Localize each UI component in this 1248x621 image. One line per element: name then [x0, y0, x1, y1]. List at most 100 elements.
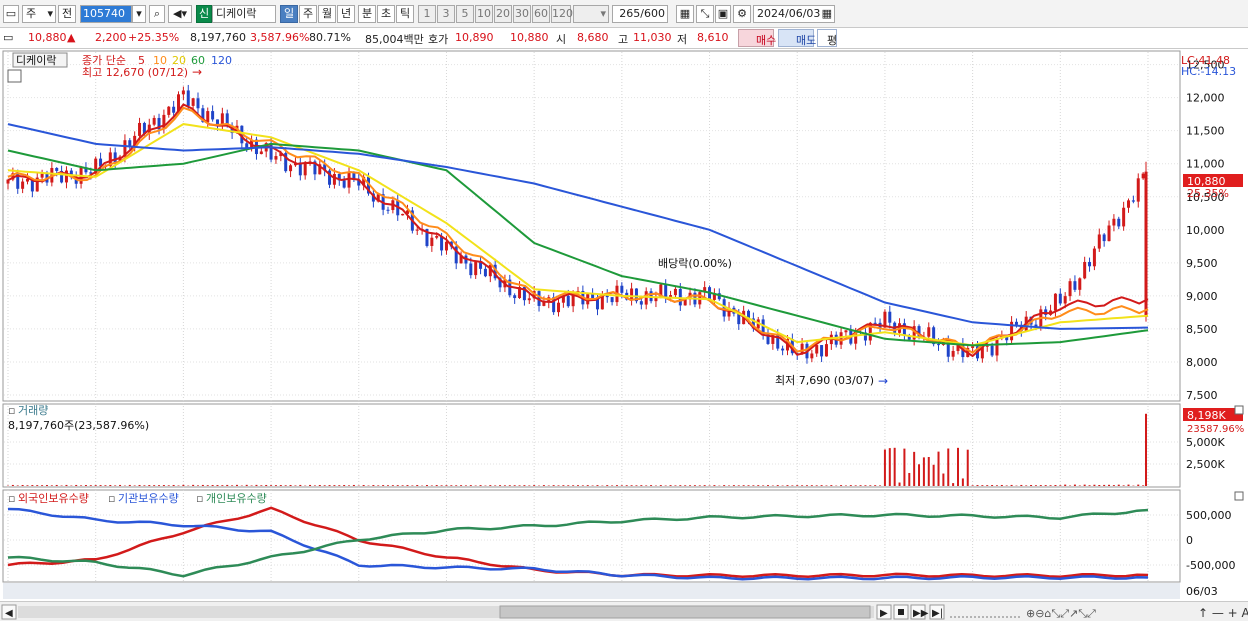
period-label: 일	[283, 7, 295, 20]
candle-body	[639, 301, 643, 305]
prev-button[interactable]: 전	[58, 5, 76, 23]
quote-row: ▭ 10,880 ▲ 2,200 +25.35% 8,197,760 3,587…	[0, 28, 1248, 49]
candle-body	[40, 173, 44, 178]
volume-bar	[382, 485, 385, 486]
buy-button[interactable]: 매수	[738, 29, 776, 47]
volume-bar	[148, 485, 151, 486]
period-day-button[interactable]: 일	[280, 5, 298, 23]
interval-select[interactable]: ▾	[573, 5, 609, 23]
volume-bar	[270, 485, 273, 486]
interval-60-button[interactable]: 60	[532, 5, 550, 23]
save-icon[interactable]: ▣	[715, 5, 731, 23]
window-menu-icon[interactable]: ▭	[3, 5, 19, 23]
settings-icon[interactable]: ⚙	[733, 5, 751, 23]
interval-120-button[interactable]: 120	[551, 5, 573, 23]
candle-body	[1088, 261, 1092, 267]
avg-button[interactable]: 평	[817, 29, 837, 47]
chart-canvas[interactable]: 12,50012,00011,50011,00010,50010,0009,50…	[0, 50, 1248, 601]
code-input[interactable]: 105740	[80, 5, 132, 23]
sell-label: 매도	[796, 34, 817, 47]
volume-bar	[577, 485, 579, 486]
candle-body	[1131, 200, 1135, 202]
interval-30-button[interactable]: 30	[513, 5, 531, 23]
volume-bar	[927, 457, 930, 486]
period-week-button[interactable]: 주	[299, 5, 317, 23]
volume-bar	[986, 485, 989, 486]
volume-bar	[1083, 484, 1086, 486]
period-second-button[interactable]: 초	[377, 5, 395, 23]
volume-bar	[859, 485, 862, 486]
institution-legend: 기관보유수량	[118, 492, 179, 505]
candle-body	[820, 345, 824, 357]
interval-20-button[interactable]: 20	[494, 5, 512, 23]
dividend-annotation: 배당락(0.00%)	[658, 257, 732, 270]
sell-button[interactable]: 매도	[778, 29, 817, 47]
period-type-select[interactable]: 주 ▾	[22, 5, 56, 23]
volume-title: 거래량	[18, 404, 48, 417]
speaker-icon[interactable]: ◀▾	[168, 5, 192, 23]
volume-bar	[635, 485, 638, 486]
x-axis-strip	[3, 583, 1180, 599]
volume-bar	[279, 485, 282, 486]
draw-tools-icon[interactable]: ⤡	[696, 5, 714, 23]
chart-tools-icon[interactable]: ↑ — + A	[1198, 606, 1248, 620]
volume-bar	[679, 485, 682, 486]
volume-tick-label: 5,000K	[1186, 436, 1225, 449]
period-minute-button[interactable]: 분	[358, 5, 376, 23]
interval-5-button[interactable]: 5	[456, 5, 474, 23]
volume-bar	[674, 485, 677, 486]
volume-bar	[606, 485, 609, 486]
volume-bar	[289, 484, 292, 486]
panel-close-icon[interactable]	[1234, 491, 1244, 501]
count-field[interactable]: 265/600	[612, 5, 668, 23]
badge-text: 신	[198, 7, 210, 20]
count-total: /600	[640, 7, 665, 20]
ratio-value: 80.71%	[309, 31, 351, 44]
volume-bar	[1000, 484, 1003, 486]
grid-tools-icon[interactable]: ▦	[676, 5, 694, 23]
volume-bar	[1078, 485, 1081, 486]
candle-body	[186, 90, 190, 106]
volume-bar	[362, 485, 365, 486]
high-label: 고	[618, 33, 629, 46]
toolbar: ▭ 주 ▾ 전 105740 ▾ ⌕ ◀▾ 신 디케이락 일 주 월 년 분 초 …	[0, 0, 1248, 28]
volume-bar	[932, 464, 935, 486]
volume-bar	[1103, 484, 1106, 486]
bottom-scrollbar[interactable]: ◀ ▶ ▶▶ ▶| ⊕⊖⌂⤡⤢↗⤡⤢ ↑ — + A	[0, 601, 1248, 621]
candle-body	[1097, 234, 1101, 249]
interval-10-button[interactable]: 10	[475, 5, 493, 23]
volume-bar	[352, 484, 355, 486]
candle-body	[483, 268, 487, 277]
table-icon[interactable]	[7, 69, 22, 83]
scroll-thumb[interactable]	[499, 605, 871, 619]
stock-name-field[interactable]: 디케이락	[212, 5, 276, 23]
volume-bar	[1093, 484, 1096, 486]
panel-close-icon[interactable]	[1234, 405, 1244, 415]
period-tick-button[interactable]: 틱	[396, 5, 414, 23]
volume-bar	[445, 485, 448, 486]
stop-icon	[898, 609, 904, 615]
low-label: 저	[677, 33, 688, 46]
candle-body	[1078, 278, 1082, 290]
search-icon[interactable]: ⌕	[149, 5, 165, 23]
volume-bar	[167, 485, 170, 486]
volume-bar	[469, 485, 472, 486]
volume-bar	[396, 485, 399, 486]
interval-3-button[interactable]: 3	[437, 5, 455, 23]
volume-bar	[182, 484, 185, 486]
code-dropdown-icon[interactable]: ▾	[132, 5, 146, 23]
period-month-button[interactable]: 월	[318, 5, 336, 23]
up-arrow-icon: ▲	[67, 31, 76, 44]
price-tick-label: 9,000	[1186, 290, 1218, 303]
interval-1-button[interactable]: 1	[418, 5, 436, 23]
period-year-button[interactable]: 년	[337, 5, 355, 23]
volume-bar	[406, 485, 409, 486]
stock-chart[interactable]: 12,500 12,000 11,500 11,000 10,500 10,000 9,50…	[0, 50, 1248, 601]
candle-body	[527, 298, 531, 301]
zoom-tools-icon[interactable]: ⊕⊖⌂⤡⤢↗⤡⤢	[1026, 607, 1096, 620]
date-picker[interactable]: 2024/06/03 ▦	[753, 5, 835, 23]
candle-body	[162, 114, 166, 130]
volume-bar	[489, 485, 492, 486]
volume-bar	[961, 478, 964, 486]
candle-body	[196, 98, 200, 109]
